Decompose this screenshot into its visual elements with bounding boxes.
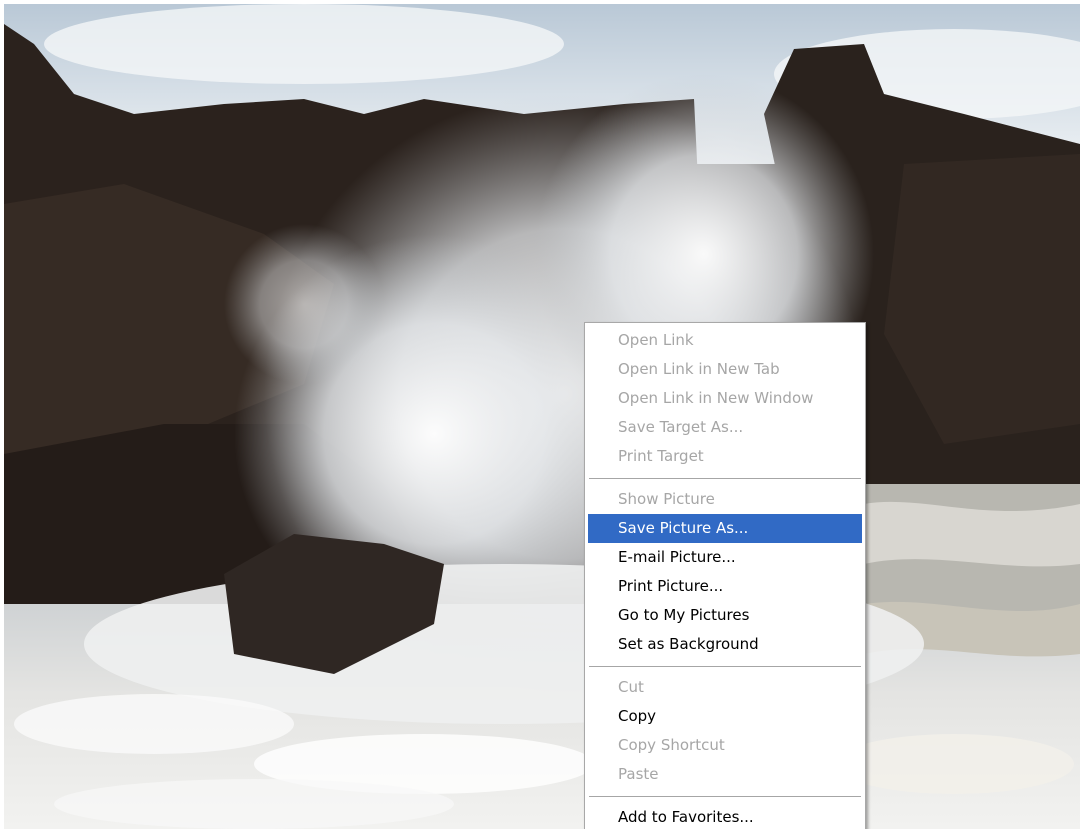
wave-photo-art: [4, 4, 1080, 829]
menu-item-open-link[interactable]: Open Link: [588, 326, 862, 355]
menu-item-e-mail-picture[interactable]: E-mail Picture...: [588, 543, 862, 572]
menu-separator: [589, 666, 861, 667]
menu-item-add-to-favorites[interactable]: Add to Favorites...: [588, 803, 862, 829]
menu-item-open-link-in-new-tab[interactable]: Open Link in New Tab: [588, 355, 862, 384]
wave-photo[interactable]: [4, 4, 1080, 829]
menu-item-copy[interactable]: Copy: [588, 702, 862, 731]
menu-item-save-target-as[interactable]: Save Target As...: [588, 413, 862, 442]
menu-separator: [589, 796, 861, 797]
menu-item-paste[interactable]: Paste: [588, 760, 862, 789]
menu-item-print-picture[interactable]: Print Picture...: [588, 572, 862, 601]
menu-item-save-picture-as[interactable]: Save Picture As...: [588, 514, 862, 543]
menu-item-open-link-in-new-window[interactable]: Open Link in New Window: [588, 384, 862, 413]
menu-item-go-to-my-pictures[interactable]: Go to My Pictures: [588, 601, 862, 630]
menu-item-cut[interactable]: Cut: [588, 673, 862, 702]
menu-item-show-picture[interactable]: Show Picture: [588, 485, 862, 514]
menu-item-set-as-background[interactable]: Set as Background: [588, 630, 862, 659]
context-menu: Open Link Open Link in New Tab Open Link i…: [584, 322, 866, 829]
menu-item-print-target[interactable]: Print Target: [588, 442, 862, 471]
desktop-screen: Open Link Open Link in New Tab Open Link i…: [0, 0, 1080, 829]
menu-item-copy-shortcut[interactable]: Copy Shortcut: [588, 731, 862, 760]
menu-separator: [589, 478, 861, 479]
